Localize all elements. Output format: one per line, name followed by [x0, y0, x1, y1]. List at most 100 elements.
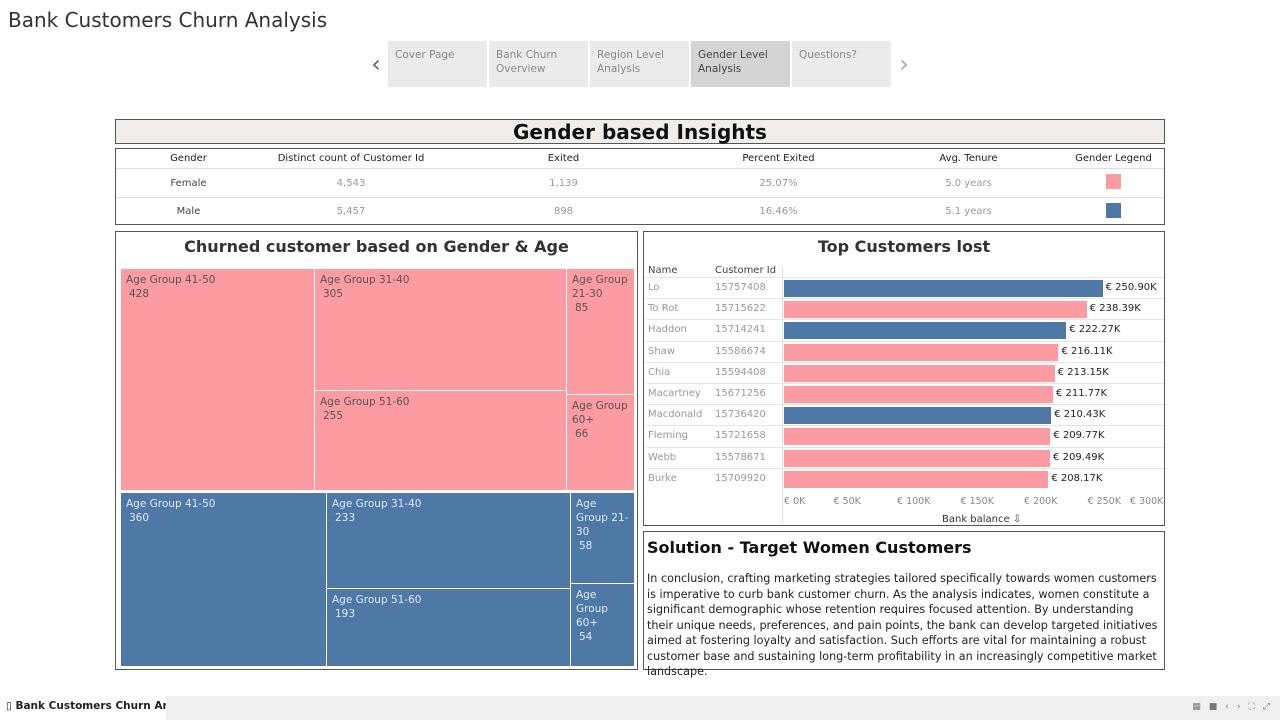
- legend-swatch-male: [1106, 202, 1121, 218]
- balance-bar[interactable]: [784, 280, 1103, 297]
- customer-name: Shaw: [648, 345, 675, 357]
- cell-label: Age Group 60+: [572, 400, 628, 426]
- header-tenure: Avg. Tenure: [939, 153, 998, 164]
- sheet-tab-label: Bank Customers Churn Anal...: [15, 700, 166, 712]
- chevron-right-icon[interactable]: ›: [893, 50, 915, 78]
- balance-label: € 209.77K: [1053, 430, 1105, 442]
- customer-name: Burke: [648, 472, 677, 484]
- header-gender: Gender: [170, 153, 207, 164]
- bar-row[interactable]: Webb 15578671 € 209.49K: [646, 446, 1164, 468]
- treemap-cell-female-60-plus[interactable]: Age Group 60+ 66: [566, 394, 634, 490]
- cell-label: Age Group 51-60: [320, 396, 410, 408]
- gender-label: Female: [170, 177, 207, 189]
- treemap-cell-female-41-50[interactable]: Age Group 41-50 428: [121, 269, 314, 490]
- view-controls: ▦ ■ ‹ › ⛶ ⤢: [1192, 702, 1270, 712]
- customer-id: 15757408: [715, 282, 766, 293]
- cell-label: Age Group 41-50: [126, 498, 216, 510]
- bar-row[interactable]: Chia 15594408 € 213.15K: [646, 361, 1164, 383]
- tab-questions[interactable]: Questions?: [792, 41, 891, 87]
- treemap-cell-male-31-40[interactable]: Age Group 31-40 233: [326, 493, 570, 588]
- tenure-value: 5.1 years: [945, 206, 992, 217]
- bar-row[interactable]: Macdonald 15736420 € 210.43K: [646, 404, 1164, 425]
- x-tick-label: € 100K: [897, 496, 931, 507]
- customer-id: 15721658: [715, 430, 766, 442]
- tab-bank-churn-overview[interactable]: Bank Churn Overview: [489, 41, 588, 87]
- tab-region-level-analysis[interactable]: Region Level Analysis: [590, 41, 689, 87]
- treemap-cell-male-41-50[interactable]: Age Group 41-50 360: [121, 493, 326, 666]
- cell-value: 360: [129, 512, 150, 524]
- cell-label: Age Group 31-40: [320, 274, 410, 286]
- single-view-icon[interactable]: ■: [1209, 702, 1218, 712]
- top-customers-title: Top Customers lost: [817, 237, 991, 256]
- solution-body: In conclusion, crafting marketing strate…: [647, 572, 1158, 678]
- tab-cover-page[interactable]: Cover Page: [388, 41, 487, 87]
- prev-sheet-icon[interactable]: ‹: [1225, 702, 1229, 712]
- balance-bar[interactable]: [784, 428, 1051, 446]
- balance-bar[interactable]: [784, 364, 1055, 382]
- cell-value: 255: [323, 410, 344, 422]
- expand-icon[interactable]: ⤢: [1263, 702, 1270, 712]
- treemap-cell-male-60-plus[interactable]: Age Group 60+ 54: [570, 583, 634, 666]
- axis-title-text: Bank balance: [942, 514, 1010, 525]
- treemap-cell-female-51-60[interactable]: Age Group 51-60 255: [314, 390, 566, 490]
- x-tick-label: € 300K: [1130, 496, 1164, 507]
- x-axis-title: Bank balance ⇩: [942, 514, 1021, 525]
- balance-bar[interactable]: [784, 470, 1049, 488]
- customer-name: Chia: [648, 366, 671, 378]
- cell-label: Age Group 31-40: [332, 498, 422, 510]
- treemap-cell-male-21-30[interactable]: Age Group 21-30 58: [570, 493, 634, 583]
- customer-id: 15736420: [715, 409, 766, 421]
- tab-gender-level-analysis[interactable]: Gender Level Analysis: [691, 41, 790, 87]
- bar-row[interactable]: Fleming 15721658 € 209.77K: [646, 425, 1164, 446]
- balance-bar[interactable]: [784, 449, 1051, 467]
- x-tick-label: € 150K: [960, 496, 994, 507]
- treemap-cell-female-21-30[interactable]: Age Group 21-30 85: [566, 269, 634, 394]
- treemap-cell-female-31-40[interactable]: Age Group 31-40 305: [314, 269, 566, 390]
- treemap-panel: Churned customer based on Gender & Age A…: [115, 231, 638, 670]
- legend-swatch-female: [1106, 174, 1121, 189]
- percent-value: 16.46%: [759, 206, 798, 217]
- table-header: Gender Distinct count of Customer Id Exi…: [116, 149, 1164, 168]
- balance-label: € 213.15K: [1057, 366, 1109, 378]
- balance-bar[interactable]: [784, 407, 1052, 425]
- treemap-cell-male-51-60[interactable]: Age Group 51-60 193: [326, 588, 570, 666]
- tenure-value: 5.0 years: [945, 177, 992, 189]
- solution-panel: Solution - Target Women Customers In con…: [643, 531, 1165, 678]
- table-row[interactable]: Female 4,543 1,139 25.07% 5.0 years: [116, 168, 1164, 197]
- balance-bar[interactable]: [784, 301, 1087, 319]
- balance-label: € 222.27K: [1069, 324, 1121, 336]
- header-legend: Gender Legend: [1075, 153, 1152, 164]
- balance-bar[interactable]: [784, 322, 1067, 340]
- cell-label: Age Group 51-60: [332, 594, 422, 606]
- balance-bar[interactable]: [784, 343, 1059, 361]
- cell-value: 305: [323, 288, 344, 300]
- fullscreen-icon[interactable]: ⛶: [1248, 702, 1254, 712]
- cell-value: 66: [575, 428, 589, 440]
- bar-row[interactable]: To Rot 15715622 € 238.39K: [646, 298, 1164, 319]
- sheet-tab[interactable]: ▯ Bank Customers Churn Anal...: [0, 696, 166, 720]
- bar-row[interactable]: Haddon 15714241 € 222.27K: [646, 319, 1164, 340]
- next-sheet-icon[interactable]: ›: [1237, 702, 1241, 712]
- customer-name: Lo: [648, 282, 660, 293]
- solution-title: Solution - Target Women Customers: [647, 538, 972, 557]
- table-row[interactable]: Male 5,457 898 16.46% 5.1 years: [116, 197, 1164, 225]
- cell-value: 428: [129, 288, 150, 300]
- balance-bar[interactable]: [784, 386, 1053, 403]
- cell-label: Age Group 21-30: [572, 274, 628, 300]
- x-tick-label: € 200K: [1024, 496, 1058, 507]
- bar-row[interactable]: Shaw 15586674 € 216.11K: [646, 340, 1164, 362]
- bar-row[interactable]: Macartney 15671256 € 211.77K: [646, 383, 1164, 404]
- count-value: 4,543: [336, 177, 366, 189]
- chevron-left-icon[interactable]: ‹: [365, 50, 387, 78]
- percent-value: 25.07%: [759, 177, 798, 189]
- sort-icon[interactable]: ⇩: [1013, 514, 1021, 525]
- bar-row[interactable]: Lo 15757408 € 250.90K: [646, 277, 1164, 298]
- cell-label: Age Group 21-30: [576, 498, 629, 538]
- bottom-bar: ▯ Bank Customers Churn Anal... ▦ ■ ‹ › ⛶…: [0, 696, 1280, 720]
- bar-row[interactable]: Burke 15709920 € 208.17K: [646, 467, 1164, 489]
- cell-value: 54: [579, 631, 593, 643]
- grid-view-icon[interactable]: ▦: [1192, 702, 1201, 712]
- summary-table: Gender Distinct count of Customer Id Exi…: [115, 148, 1165, 225]
- balance-label: € 209.49K: [1053, 451, 1105, 463]
- exited-value: 898: [553, 206, 574, 217]
